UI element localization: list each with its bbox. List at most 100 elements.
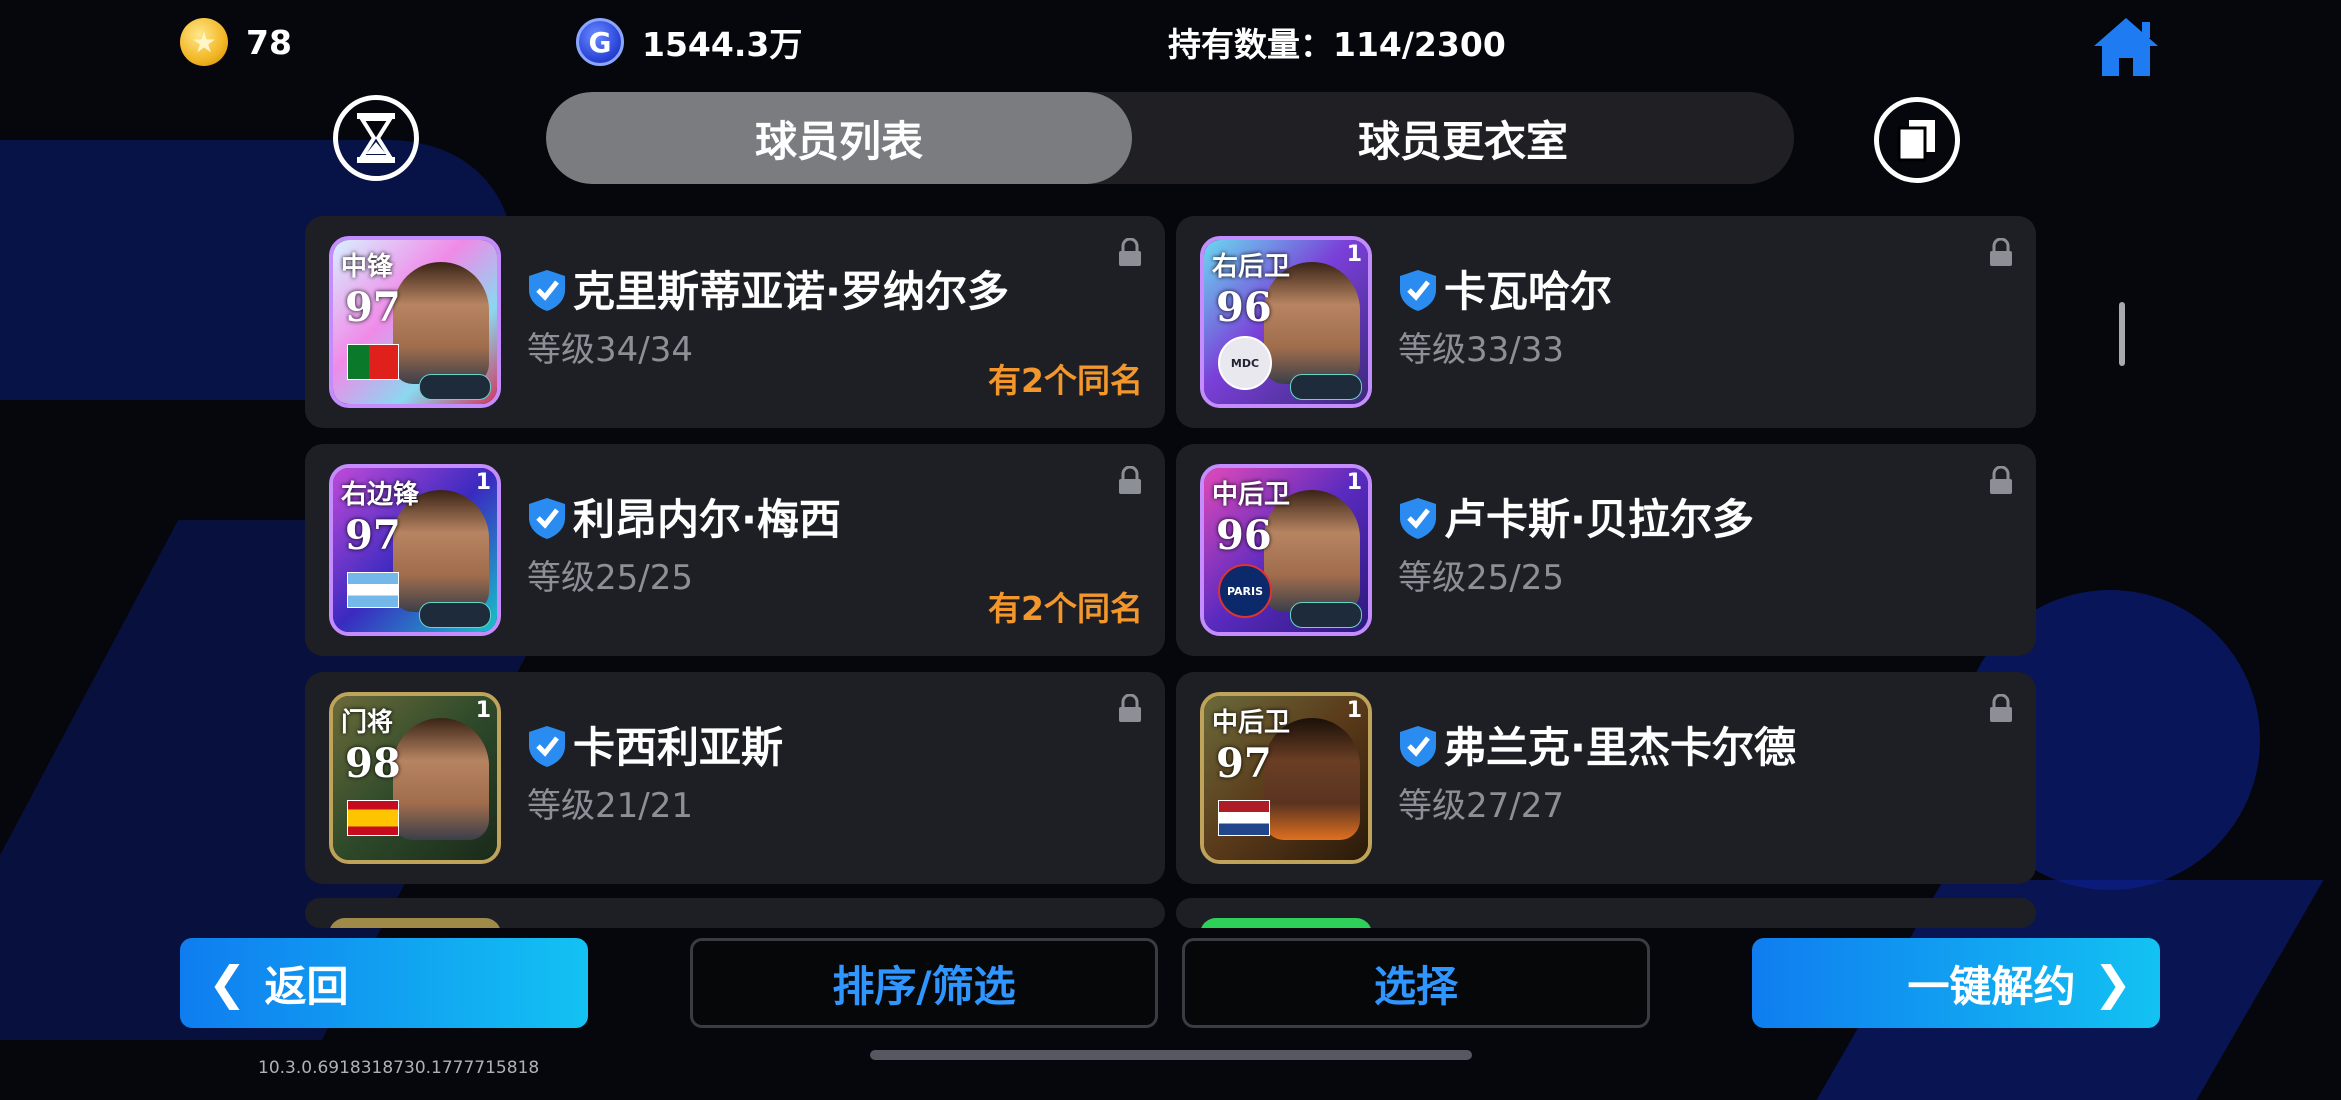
- holdings-label: 持有数量：: [1168, 25, 1333, 64]
- sort-filter-label: 排序/筛选: [832, 961, 1016, 1011]
- player-card[interactable]: 中后卫 1 96 PARIS 卢卡斯·贝拉尔多 等级25/25: [1176, 444, 2036, 656]
- holdings: 持有数量：114/2300: [1168, 18, 1506, 66]
- player-position: 右后卫: [1212, 252, 1291, 282]
- lock-icon[interactable]: [1117, 694, 1143, 724]
- skill-tag-icon: [1290, 374, 1362, 400]
- player-name: 卡瓦哈尔: [1444, 267, 1613, 316]
- lock-icon[interactable]: [1117, 238, 1143, 268]
- sort-filter-button[interactable]: 排序/筛选: [690, 938, 1158, 1028]
- player-position: 中锋: [341, 252, 394, 282]
- release-all-button[interactable]: 一键解约 ❯: [1752, 938, 2160, 1028]
- scrollbar-thumb[interactable]: [2119, 302, 2125, 366]
- player-card[interactable]: 右边锋 1 97 利昂内尔·梅西 等级25/25 有2个同名: [305, 444, 1165, 656]
- chevron-right-icon: ❯: [2093, 956, 2132, 1010]
- lock-icon[interactable]: [1988, 694, 2014, 724]
- player-badge: 1: [1346, 242, 1362, 267]
- player-rating: 96: [1216, 512, 1272, 559]
- skill-tag-icon: [419, 602, 491, 628]
- player-card[interactable]: [305, 898, 1165, 928]
- gp-icon: G: [576, 18, 624, 66]
- home-indicator[interactable]: [870, 1050, 1472, 1060]
- player-rating: 97: [345, 512, 401, 559]
- coin-icon: ★: [180, 18, 228, 66]
- player-portrait: 门将 1 98: [329, 692, 501, 864]
- home-icon[interactable]: [2090, 14, 2162, 80]
- chevron-left-icon: ❮: [208, 956, 247, 1010]
- hourglass-button[interactable]: [333, 95, 419, 181]
- lock-icon[interactable]: [1988, 238, 2014, 268]
- player-rating: 98: [345, 740, 401, 787]
- release-all-label: 一键解约: [1907, 961, 2076, 1011]
- player-badge: 1: [475, 470, 491, 495]
- flag-portugal-icon: [347, 344, 399, 380]
- gp-count: 1544.3万: [642, 25, 803, 64]
- verified-shield-icon: [1400, 270, 1436, 311]
- player-card[interactable]: 中锋 97 克里斯蒂亚诺·罗纳尔多 等级34/34 有2个同名: [305, 216, 1165, 428]
- player-level: 等级25/25: [527, 558, 693, 598]
- player-portrait: 中锋 97: [329, 236, 501, 408]
- player-badge: 1: [1346, 698, 1362, 723]
- player-level: 等级33/33: [1398, 330, 1564, 370]
- back-button[interactable]: ❮ 返回: [180, 938, 588, 1028]
- tab-bar: 球员列表 球员更衣室: [546, 92, 1794, 184]
- verified-shield-icon: [1400, 498, 1436, 539]
- coin-count: 78: [246, 22, 292, 62]
- player-portrait: 中后卫 1 97: [1200, 692, 1372, 864]
- player-level: 等级21/21: [527, 786, 693, 826]
- verified-shield-icon: [1400, 726, 1436, 767]
- flag-argentina-icon: [347, 572, 399, 608]
- tab-locker-room[interactable]: 球员更衣室: [1132, 92, 1794, 184]
- player-position: 门将: [341, 708, 394, 738]
- player-level: 等级25/25: [1398, 558, 1564, 598]
- player-portrait: [1200, 918, 1372, 928]
- tab-player-list[interactable]: 球员列表: [546, 92, 1132, 184]
- hourglass-icon: [357, 113, 395, 163]
- duplicate-note: 有2个同名: [988, 361, 1143, 400]
- player-level: 等级27/27: [1398, 786, 1564, 826]
- player-portrait: 右边锋 1 97: [329, 464, 501, 636]
- duplicate-note: 有2个同名: [988, 589, 1143, 628]
- version-label: 10.3.0.6918318730.1777715818: [258, 1058, 540, 1078]
- player-name: 卡西利亚斯: [573, 723, 784, 772]
- player-position: 右边锋: [341, 480, 420, 510]
- skill-tag-icon: [1290, 602, 1362, 628]
- verified-shield-icon: [529, 270, 565, 311]
- holdings-value: 114/2300: [1333, 25, 1506, 64]
- player-rating: 97: [345, 284, 401, 331]
- player-card[interactable]: 中后卫 1 97 弗兰克·里杰卡尔德 等级27/27: [1176, 672, 2036, 884]
- skill-tag-icon: [419, 374, 491, 400]
- player-card[interactable]: 右后卫 1 96 MDC 卡瓦哈尔 等级33/33: [1176, 216, 2036, 428]
- player-rating: 97: [1216, 740, 1272, 787]
- flag-spain-icon: [347, 800, 399, 836]
- club-crest-icon: PARIS: [1218, 564, 1272, 618]
- copy-icon: [1897, 120, 1935, 162]
- player-name: 卢卡斯·贝拉尔多: [1444, 495, 1754, 544]
- verified-shield-icon: [529, 498, 565, 539]
- flag-netherlands-icon: [1218, 800, 1270, 836]
- select-button[interactable]: 选择: [1182, 938, 1650, 1028]
- player-face: [393, 718, 489, 840]
- player-portrait: 中后卫 1 96 PARIS: [1200, 464, 1372, 636]
- player-portrait: [329, 918, 501, 928]
- back-label: 返回: [264, 961, 349, 1011]
- player-badge: 1: [1346, 470, 1362, 495]
- player-position: 中后卫: [1212, 708, 1291, 738]
- player-level: 等级34/34: [527, 330, 693, 370]
- gp-balance: G 1544.3万: [576, 18, 802, 66]
- copy-button[interactable]: [1874, 97, 1960, 183]
- player-name: 弗兰克·里杰卡尔德: [1444, 723, 1796, 772]
- player-card[interactable]: 门将 1 98 卡西利亚斯 等级21/21: [305, 672, 1165, 884]
- player-portrait: 右后卫 1 96 MDC: [1200, 236, 1372, 408]
- player-name: 克里斯蒂亚诺·罗纳尔多: [573, 267, 1009, 316]
- player-face: [393, 262, 489, 384]
- player-name: 利昂内尔·梅西: [573, 495, 841, 544]
- club-crest-icon: MDC: [1218, 336, 1272, 390]
- player-position: 中后卫: [1212, 480, 1291, 510]
- lock-icon[interactable]: [1988, 466, 2014, 496]
- verified-shield-icon: [529, 726, 565, 767]
- player-card[interactable]: [1176, 898, 2036, 928]
- player-badge: 1: [475, 698, 491, 723]
- select-label: 选择: [1373, 961, 1458, 1011]
- lock-icon[interactable]: [1117, 466, 1143, 496]
- coin-balance: ★ 78: [180, 18, 292, 66]
